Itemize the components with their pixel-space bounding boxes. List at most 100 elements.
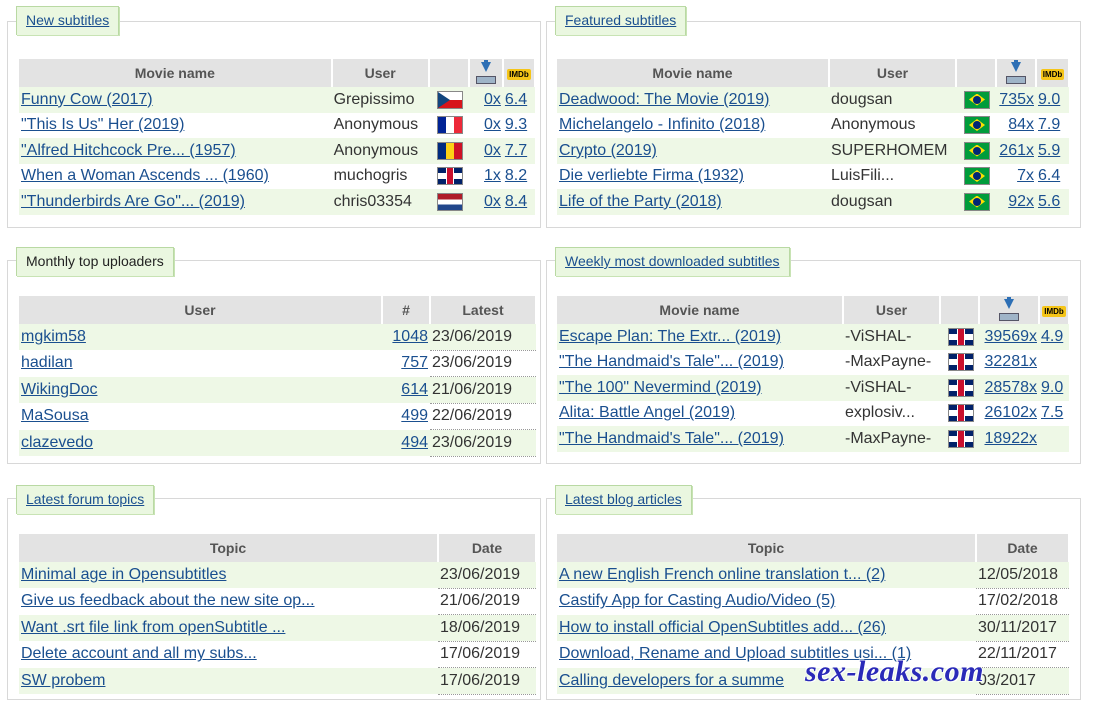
topic-link[interactable]: Calling developers for a summe (559, 672, 784, 689)
uploader-name: dougsan (831, 192, 893, 210)
rating-link-cell (1039, 426, 1069, 452)
rating-link[interactable]: 4.9 (1041, 328, 1063, 345)
rating-link[interactable]: 7.5 (1041, 404, 1063, 421)
movie-link-cell: When a Woman Ascends ... (1960) (19, 163, 332, 189)
col-movie-name: Movie name (19, 59, 333, 87)
table-row: How to install official OpenSubtitles ad… (557, 614, 1069, 642)
movie-link[interactable]: Life of the Party (2018) (559, 193, 722, 210)
downloads-link-cell: 39569x (979, 324, 1039, 350)
latest-date-cell: 23/06/2019 (430, 350, 536, 377)
rating-link-cell: 6.4 (502, 87, 535, 113)
movie-link[interactable]: Michelangelo - Infinito (2018) (559, 116, 765, 133)
count-link[interactable]: 499 (401, 407, 428, 424)
movie-link[interactable]: "The Handmaid's Tale"... (2019) (559, 353, 784, 370)
new-subtitles-link[interactable]: New subtitles (26, 12, 109, 28)
col-flag (428, 59, 470, 87)
forum-topics-link[interactable]: Latest forum topics (26, 491, 144, 507)
topic-link[interactable]: SW probem (21, 672, 105, 689)
weekly-downloaded-link[interactable]: Weekly most downloaded subtitles (565, 253, 780, 269)
topic-link[interactable]: Castify App for Casting Audio/Video (5) (559, 592, 835, 609)
uploader-name-cell: -ViSHAL- (843, 375, 940, 401)
flag-cell (956, 112, 996, 138)
table-header: Topic Date (557, 534, 1070, 562)
topic-link[interactable]: Want .srt file link from openSubtitle ..… (21, 619, 285, 636)
topic-link[interactable]: A new English French online translation … (559, 566, 885, 583)
movie-link[interactable]: "The 100" Nevermind (2019) (559, 379, 762, 396)
movie-link[interactable]: Escape Plan: The Extr... (2019) (559, 328, 781, 345)
rating-link[interactable]: 6.4 (1038, 167, 1060, 184)
flag-cell (940, 400, 979, 426)
movie-link[interactable]: Alita: Battle Angel (2019) (559, 404, 735, 421)
uploader-name-cell: -MaxPayne- (843, 349, 940, 375)
rating-link[interactable]: 5.9 (1038, 142, 1060, 159)
downloads-link[interactable]: 39569x (985, 328, 1038, 345)
uploader-link[interactable]: mgkim58 (21, 328, 86, 345)
uploader-link[interactable]: hadilan (21, 354, 73, 371)
uploader-name: LuisFili... (831, 167, 895, 185)
downloads-link[interactable]: 0x (484, 91, 501, 108)
movie-link[interactable]: Crypto (2019) (559, 142, 657, 159)
count-link[interactable]: 494 (401, 434, 428, 451)
uploader-link[interactable]: WikingDoc (21, 381, 97, 398)
uploader-link[interactable]: MaSousa (21, 407, 89, 424)
count-link[interactable]: 757 (401, 354, 428, 371)
downloads-link[interactable]: 84x (1008, 116, 1034, 133)
featured-subtitles-title: Featured subtitles (555, 6, 687, 35)
uploader-link[interactable]: clazevedo (21, 434, 93, 451)
downloads-link[interactable]: 0x (484, 142, 501, 159)
imdb-icon: IMDb (1042, 305, 1066, 317)
topic-link[interactable]: Give us feedback about the new site op..… (21, 592, 315, 609)
rating-link[interactable]: 9.0 (1038, 91, 1060, 108)
downloads-link[interactable]: 0x (484, 116, 501, 133)
rating-link[interactable]: 8.2 (505, 167, 527, 184)
uploader-name-cell: Grepissimo (331, 87, 429, 113)
downloads-link[interactable]: 32281x (985, 353, 1038, 370)
downloads-link[interactable]: 26102x (985, 404, 1038, 421)
count-link[interactable]: 614 (401, 381, 428, 398)
movie-link[interactable]: Deadwood: The Movie (2019) (559, 91, 770, 108)
rating-link[interactable]: 7.9 (1038, 116, 1060, 133)
imdb-icon: IMDb (507, 68, 531, 80)
uploader-name: Anonymous (333, 141, 419, 159)
count-link-cell: 757 (382, 350, 430, 377)
rating-link[interactable]: 7.7 (505, 142, 527, 159)
downloads-link[interactable]: 261x (999, 142, 1034, 159)
downloads-link[interactable]: 735x (999, 91, 1034, 108)
rating-link[interactable]: 6.4 (505, 91, 527, 108)
downloads-link[interactable]: 92x (1008, 193, 1034, 210)
rating-link[interactable]: 8.4 (505, 193, 527, 210)
movie-link[interactable]: "Thunderbirds Are Go"... (2019) (21, 193, 245, 210)
date-text: 22/11/2017 (978, 645, 1057, 663)
rating-link[interactable]: 5.6 (1038, 193, 1060, 210)
downloads-link-cell: 735x (996, 87, 1036, 113)
table-row: "The Handmaid's Tale"... (2019) -MaxPayne… (557, 349, 1069, 375)
forum-topics-rows: Minimal age in Opensubtitles 23/06/2019 Gi… (19, 562, 536, 695)
flag-uk-icon (948, 379, 973, 396)
rating-link[interactable]: 9.0 (1041, 379, 1063, 396)
movie-link[interactable]: "Alfred Hitchcock Pre... (1957) (21, 142, 236, 159)
movie-link[interactable]: "This Is Us" Her (2019) (21, 116, 184, 133)
downloads-link[interactable]: 7x (1017, 167, 1034, 184)
topic-link-cell: Give us feedback about the new site op..… (19, 588, 438, 615)
col-flag (956, 59, 997, 87)
topic-link[interactable]: Delete account and all my subs... (21, 645, 257, 662)
count-link[interactable]: 1048 (392, 328, 428, 345)
downloads-link[interactable]: 1x (484, 167, 501, 184)
movie-link[interactable]: Die verliebte Firma (1932) (559, 167, 744, 184)
downloads-link[interactable]: 28578x (985, 379, 1038, 396)
downloads-link-cell: 1x (468, 163, 503, 189)
movie-link[interactable]: "The Handmaid's Tale"... (2019) (559, 430, 784, 447)
rating-link[interactable]: 9.3 (505, 116, 527, 133)
featured-subtitles-link[interactable]: Featured subtitles (565, 12, 676, 28)
topic-link[interactable]: Minimal age in Opensubtitles (21, 566, 226, 583)
download-icon (999, 297, 1019, 321)
table-header: User # Latest (19, 296, 537, 324)
downloads-link[interactable]: 18922x (985, 430, 1038, 447)
blog-articles-link[interactable]: Latest blog articles (565, 491, 682, 507)
topic-link[interactable]: How to install official OpenSubtitles ad… (559, 619, 886, 636)
downloads-link[interactable]: 0x (484, 193, 501, 210)
latest-date-cell: 23/06/2019 (430, 429, 536, 457)
date-text-cell: 17/06/2019 (438, 667, 536, 695)
movie-link[interactable]: Funny Cow (2017) (21, 91, 153, 108)
movie-link[interactable]: When a Woman Ascends ... (1960) (21, 167, 269, 184)
